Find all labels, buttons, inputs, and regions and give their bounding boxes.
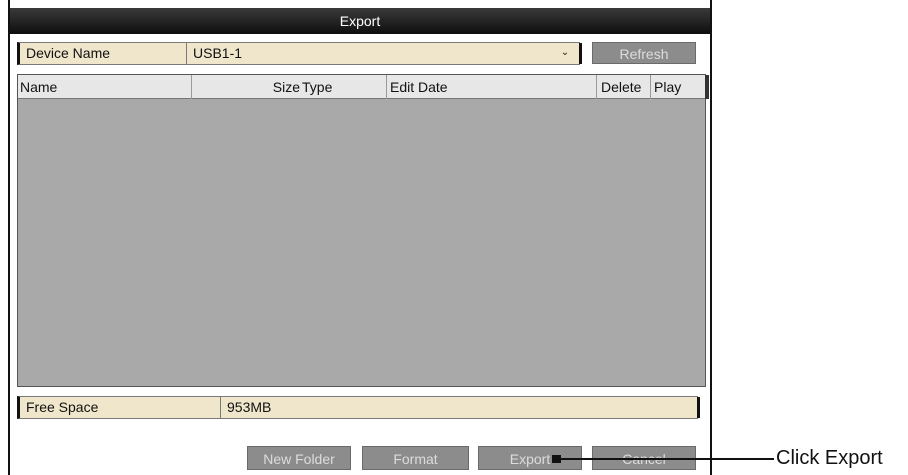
new-folder-button[interactable]: New Folder — [247, 446, 351, 470]
column-header-size[interactable]: Size — [192, 75, 300, 99]
column-header-type[interactable]: Type — [300, 75, 387, 99]
free-space-label: Free Space — [20, 397, 221, 418]
chevron-down-icon[interactable]: ⌄ — [559, 46, 571, 60]
dialog-title: Export — [10, 8, 710, 34]
free-space-field: Free Space 953MB — [17, 396, 700, 419]
free-space-value: 953MB — [227, 399, 272, 415]
device-name-label: Device Name — [20, 43, 187, 64]
export-dialog: Export Device Name USB1-1 ⌄ Refresh Name… — [8, 0, 712, 475]
callout-label: Click Export — [776, 447, 883, 469]
device-name-value[interactable]: USB1-1 — [187, 43, 557, 64]
table-header: Name Size Type Edit Date Delete Play — [18, 75, 705, 99]
format-button[interactable]: Format — [362, 446, 469, 470]
refresh-button[interactable]: Refresh — [592, 42, 696, 64]
column-header-edit-date[interactable]: Edit Date — [387, 75, 597, 99]
column-header-name[interactable]: Name — [18, 75, 192, 99]
column-header-play[interactable]: Play — [651, 75, 703, 99]
column-header-delete[interactable]: Delete — [597, 75, 651, 99]
table-scrollbar[interactable] — [705, 75, 709, 99]
callout-line — [560, 458, 774, 460]
file-table: Name Size Type Edit Date Delete Play — [17, 74, 709, 387]
device-name-field[interactable]: Device Name USB1-1 ⌄ — [17, 42, 582, 65]
